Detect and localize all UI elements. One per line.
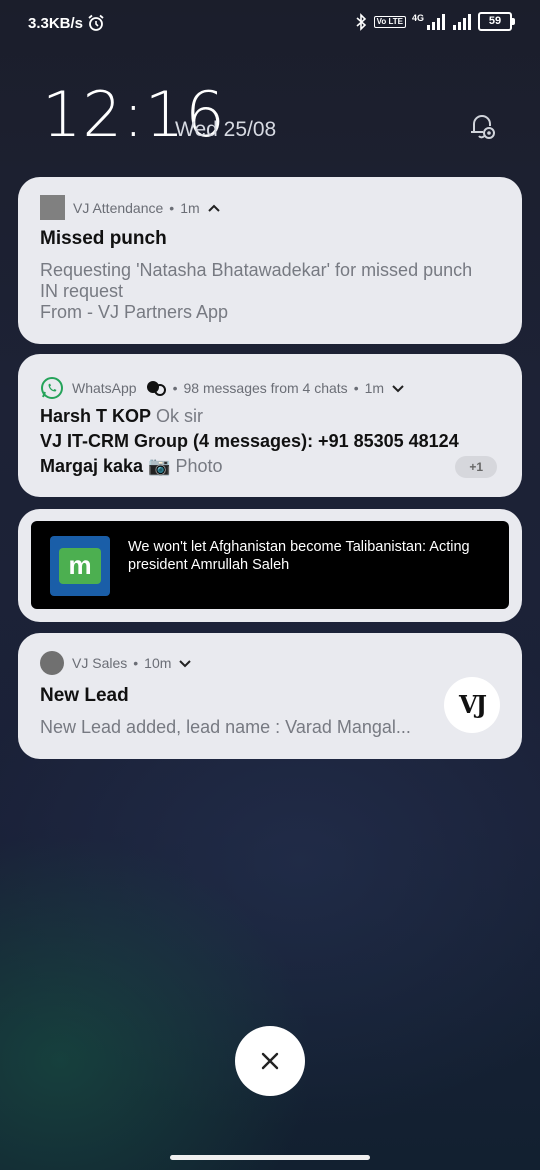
- notification-title: Missed punch: [40, 228, 167, 249]
- separator: •: [353, 380, 359, 396]
- message-line: Harsh T KOP Ok sir: [40, 406, 500, 427]
- alarm-icon: [88, 14, 104, 31]
- whatsapp-icon: [41, 377, 63, 399]
- app-name: VJ Sales: [72, 655, 128, 671]
- news-banner[interactable]: m We won't let Afghanistan become Taliba…: [31, 521, 509, 609]
- body-line: From - VJ Partners App: [40, 302, 229, 322]
- more-count-badge[interactable]: +1: [455, 456, 497, 478]
- status-bar-left: 3.3KB/s: [28, 14, 105, 32]
- notification-sales[interactable]: VJ Sales • 10m New Lead New Lead added, …: [18, 633, 522, 759]
- notification-settings-icon[interactable]: [466, 110, 498, 142]
- message-line: Margaj kaka 📷 Photo: [40, 456, 500, 477]
- close-icon: [261, 1052, 279, 1070]
- separator: •: [169, 199, 175, 216]
- news-app-logo: m: [50, 536, 110, 596]
- home-indicator[interactable]: [170, 1155, 370, 1160]
- chat-bubbles-icon: [146, 381, 166, 396]
- network-type: 4G: [411, 12, 424, 23]
- network-speed: 3.3KB/s: [28, 14, 84, 32]
- notification-body: Requesting 'Natasha Bhatawadekar' for mi…: [40, 260, 500, 323]
- status-bar-right: Vo LTE 4G 59: [354, 12, 515, 31]
- message-text: 📷 Photo: [148, 456, 223, 476]
- signal-icon-2: [453, 13, 471, 30]
- notification-header: VJ Attendance • 1m: [40, 195, 500, 220]
- avatar: VJ: [444, 677, 500, 733]
- notification-title: New Lead: [40, 685, 129, 706]
- app-icon: [40, 195, 65, 220]
- notification-news[interactable]: m We won't let Afghanistan become Taliba…: [18, 509, 522, 622]
- lockscreen-date: Wed 25/08: [175, 118, 277, 141]
- message-sender: Harsh T KOP: [40, 406, 152, 426]
- notification-header: VJ Sales • 10m: [40, 651, 500, 675]
- signal-icon: [427, 13, 445, 30]
- volte-badge: Vo LTE: [373, 15, 406, 28]
- notification-attendance[interactable]: VJ Attendance • 1m Missed punch Requesti…: [18, 177, 522, 344]
- body-line: Requesting 'Natasha Bhatawadekar' for mi…: [40, 260, 473, 280]
- notification-body: New Lead added, lead name : Varad Mangal…: [40, 717, 411, 737]
- app-name: WhatsApp: [72, 380, 137, 396]
- body-line: IN request: [40, 281, 124, 301]
- separator: •: [133, 655, 139, 671]
- app-icon: [40, 651, 64, 675]
- message-line: VJ IT-CRM Group (4 messages): +91 85305 …: [40, 431, 500, 452]
- message-sender: Margaj kaka: [40, 456, 144, 476]
- clear-all-button[interactable]: [235, 1026, 305, 1096]
- app-name: VJ Attendance: [73, 199, 164, 216]
- message-sender: VJ IT-CRM Group (4 messages): +91 85305 …: [40, 431, 459, 451]
- chevron-up-icon[interactable]: [204, 200, 224, 216]
- notification-time: 1m: [180, 199, 200, 216]
- news-logo-letter: m: [59, 548, 101, 584]
- notification-time: 10m: [144, 655, 172, 671]
- notification-time: 1m: [364, 380, 385, 396]
- bluetooth-icon: [356, 12, 366, 31]
- message-text: Ok sir: [156, 406, 204, 426]
- battery-icon: 59: [478, 12, 515, 31]
- notification-header: WhatsApp • 98 messages from 4 chats • 1m: [40, 376, 500, 400]
- status-bar: 3.3KB/s Vo LTE 4G 59: [0, 0, 540, 50]
- notification-summary: 98 messages from 4 chats: [183, 380, 348, 396]
- chevron-down-icon[interactable]: [175, 655, 195, 671]
- separator: •: [172, 380, 178, 396]
- chevron-down-icon[interactable]: [388, 380, 408, 396]
- notification-whatsapp[interactable]: WhatsApp • 98 messages from 4 chats • 1m…: [18, 354, 522, 497]
- news-headline: We won't let Afghanistan become Talibani…: [128, 539, 470, 573]
